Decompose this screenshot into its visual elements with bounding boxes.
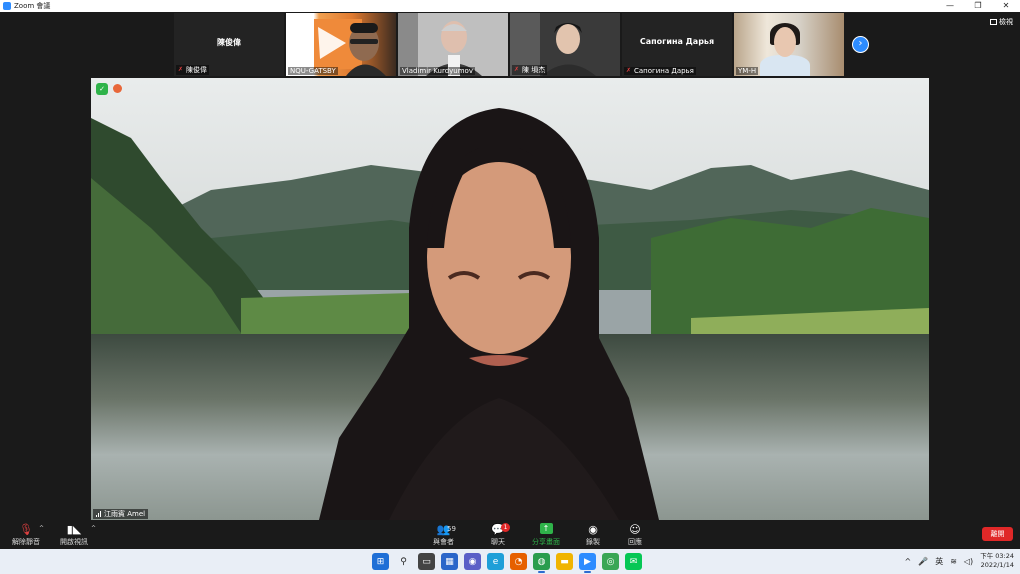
participant-name: 陳俊偉 bbox=[186, 66, 207, 74]
wifi-icon[interactable]: ≋ bbox=[950, 557, 957, 566]
window-title: Zoom 會議 bbox=[14, 2, 51, 10]
participant-center-name: Сапогина Дарья bbox=[639, 37, 715, 46]
active-speaker-video: ✓ bbox=[91, 78, 929, 520]
participant-tile[interactable]: 陳俊偉 ✗ 陳俊偉 bbox=[174, 13, 284, 76]
start-video-button[interactable]: ▮◣ 開啟視訊 bbox=[60, 523, 88, 547]
chrome-icon[interactable]: ◍ bbox=[533, 553, 550, 573]
participant-name: Сапогина Дарья bbox=[634, 67, 694, 75]
chat-unread-badge: 1 bbox=[501, 523, 510, 532]
view-label: 檢視 bbox=[999, 18, 1013, 26]
teams-chat-icon[interactable]: ◉ bbox=[464, 553, 481, 570]
participant-name-tag: ✗ 陳 塤杰 bbox=[512, 65, 548, 75]
clock-date: 2022/1/14 bbox=[980, 561, 1014, 569]
mic-off-icon: 🎙 bbox=[19, 523, 33, 536]
participant-center-name: 陳俊偉 bbox=[217, 38, 241, 47]
input-method-indicator[interactable]: 英 bbox=[935, 556, 943, 567]
record-button[interactable]: ◉ 錄製 bbox=[586, 523, 600, 547]
tray-overflow-chevron-icon[interactable]: ^ bbox=[905, 557, 912, 566]
share-screen-icon: ↑ bbox=[539, 523, 553, 534]
participant-tile[interactable]: Сапогина Дарья ✗ Сапогина Дарья bbox=[622, 13, 732, 76]
active-speaker-name: 江雨賓 Amel bbox=[104, 510, 146, 518]
record-icon: ◉ bbox=[588, 523, 598, 536]
edge-browser-icon[interactable]: e bbox=[487, 553, 504, 570]
participant-tile[interactable]: NQU-GATSBY bbox=[286, 13, 396, 76]
participant-name: YM-H bbox=[738, 67, 757, 75]
file-explorer-icon[interactable]: ▬ bbox=[556, 553, 573, 570]
participant-name-tag: NQU-GATSBY bbox=[288, 67, 338, 75]
start-menu-icon[interactable]: ⊞ bbox=[372, 553, 389, 570]
participant-name-tag: YM-H bbox=[736, 67, 759, 75]
chat-button[interactable]: 💬 1 聊天 bbox=[491, 523, 510, 547]
system-tray: ^ 🎤 英 ≋ ◁) 下午 03:24 2022/1/14 bbox=[905, 552, 1014, 570]
clock-time: 下午 03:24 bbox=[980, 552, 1014, 560]
mic-muted-icon: ✗ bbox=[626, 67, 632, 74]
recording-indicator-icon bbox=[113, 84, 122, 93]
participant-tile[interactable]: Vladimir Kurdyumov bbox=[398, 13, 508, 76]
widgets-icon[interactable]: ▦ bbox=[441, 553, 458, 570]
next-page-button[interactable]: › bbox=[852, 36, 869, 53]
mic-muted-icon: ✗ bbox=[178, 66, 184, 73]
security-shield-icon[interactable]: ✓ bbox=[96, 83, 108, 95]
signal-strength-icon bbox=[96, 511, 101, 517]
participant-name-tag: ✗ Сапогина Дарья bbox=[624, 67, 696, 75]
mic-muted-icon: ✗ bbox=[514, 66, 520, 73]
participants-count: 59 bbox=[447, 525, 456, 533]
minimize-button[interactable]: — bbox=[936, 0, 964, 12]
gallery-strip: 陳俊偉 ✗ 陳俊偉 NQU-GATSBY Vladimir Kurdyumov … bbox=[174, 13, 844, 76]
firefox-icon[interactable]: ◔ bbox=[510, 553, 527, 570]
participant-tile[interactable]: YM-H bbox=[734, 13, 844, 76]
close-button[interactable]: ✕ bbox=[992, 0, 1020, 12]
volume-icon[interactable]: ◁) bbox=[964, 557, 973, 566]
taskbar-apps: ⊞ ⚲ ▭ ▦ ◉ e ◔ ◍ ▬ ▶ ◎ ✉ bbox=[372, 553, 642, 573]
unmute-button[interactable]: 🎙 解除靜音 bbox=[12, 523, 40, 547]
search-icon[interactable]: ⚲ bbox=[395, 553, 412, 570]
zoom-taskbar-icon[interactable]: ▶ bbox=[579, 553, 596, 573]
meeting-stage: 陳俊偉 ✗ 陳俊偉 NQU-GATSBY Vladimir Kurdyumov … bbox=[0, 12, 1020, 520]
line-app-icon[interactable]: ✉ bbox=[625, 553, 642, 570]
participant-tile[interactable]: ✗ 陳 塤杰 bbox=[510, 13, 620, 76]
participant-name-tag: Vladimir Kurdyumov bbox=[400, 67, 475, 75]
view-button[interactable]: 檢視 bbox=[990, 17, 1013, 27]
reactions-button[interactable]: ☺ 回應 bbox=[628, 523, 642, 547]
windows-taskbar: ⊞ ⚲ ▭ ▦ ◉ e ◔ ◍ ▬ ▶ ◎ ✉ ^ 🎤 英 ≋ ◁) 下午 03… bbox=[0, 549, 1020, 574]
reactions-icon: ☺ bbox=[629, 523, 641, 536]
participant-name: 陳 塤杰 bbox=[522, 66, 546, 74]
share-screen-button[interactable]: ↑ 分享畫面 bbox=[532, 523, 560, 547]
task-view-icon[interactable]: ▭ bbox=[418, 553, 435, 570]
leave-meeting-button[interactable]: 離開 bbox=[982, 527, 1013, 541]
active-speaker-name-tag: 江雨賓 Amel bbox=[93, 509, 149, 519]
participant-name-tag: ✗ 陳俊偉 bbox=[176, 65, 209, 75]
audio-options-caret-icon[interactable]: ^ bbox=[39, 525, 44, 532]
window-controls: — ❐ ✕ bbox=[936, 0, 1020, 12]
chrome-profile-icon[interactable]: ◎ bbox=[602, 553, 619, 570]
grid-view-icon bbox=[990, 19, 997, 25]
video-options-caret-icon[interactable]: ^ bbox=[91, 525, 96, 532]
title-bar: Zoom 會議 — ❐ ✕ bbox=[0, 0, 1020, 12]
zoom-logo-icon bbox=[3, 2, 11, 10]
speaker-person-graphic bbox=[319, 108, 659, 520]
zoom-window: Zoom 會議 — ❐ ✕ 陳俊偉 ✗ 陳俊偉 NQU-GATSBY Vladi… bbox=[0, 0, 1020, 574]
microphone-icon[interactable]: 🎤 bbox=[918, 557, 928, 566]
participants-button[interactable]: 👥 59 與會者 bbox=[433, 523, 456, 547]
meeting-toolbar: 🎙 解除靜音 ^ ▮◣ 開啟視訊 ^ 👥 59 與會者 💬 1 聊天 ↑ 分享畫… bbox=[0, 520, 1020, 549]
restore-button[interactable]: ❐ bbox=[964, 0, 992, 12]
video-off-icon: ▮◣ bbox=[66, 523, 82, 536]
taskbar-clock[interactable]: 下午 03:24 2022/1/14 bbox=[980, 552, 1014, 570]
participant-name: NQU-GATSBY bbox=[290, 67, 336, 75]
participant-name: Vladimir Kurdyumov bbox=[402, 67, 473, 75]
